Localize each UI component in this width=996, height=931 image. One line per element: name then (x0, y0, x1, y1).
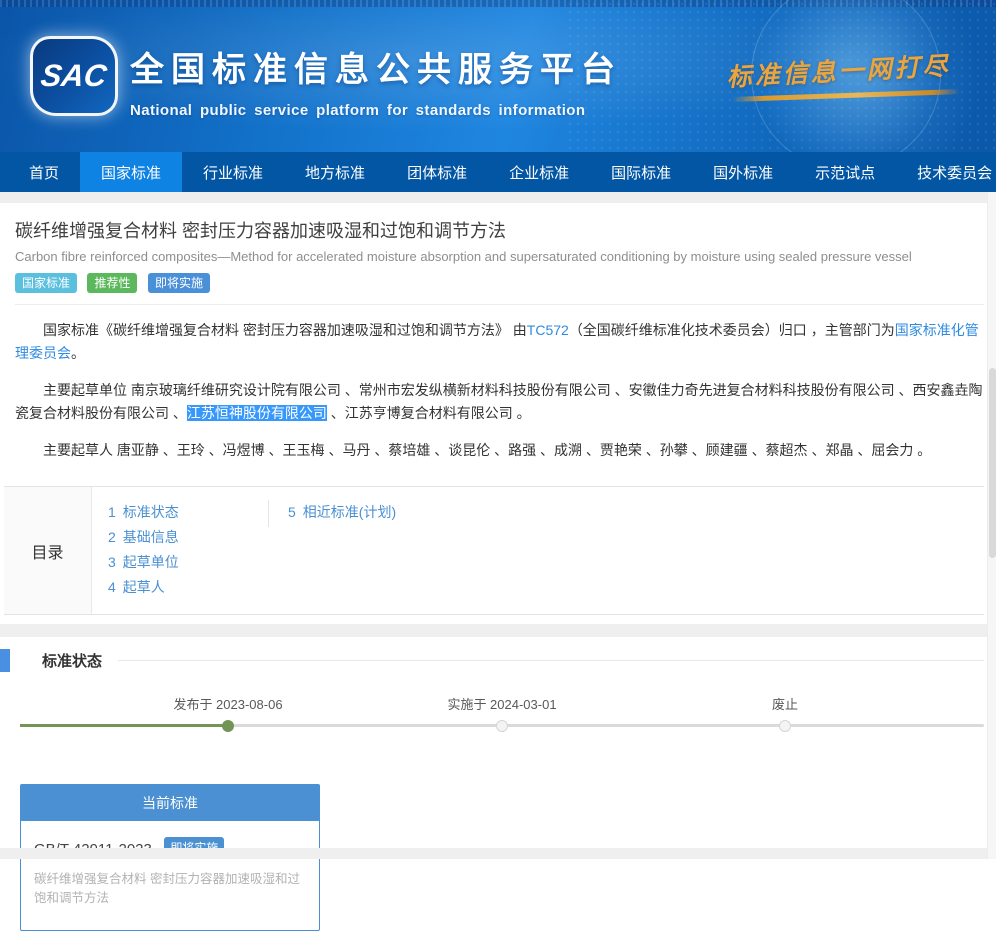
nav-item-foreign-standards[interactable]: 国外标准 (692, 152, 794, 192)
toc-item-number: 5 (288, 504, 296, 520)
toc-column-2: 5 相近标准(计划) (268, 500, 396, 527)
paragraph-drafting-units: 主要起草单位 南京玻璃纤维研究设计院有限公司 、常州市宏发纵横新材料科技股份有限… (15, 379, 984, 425)
toc-label: 目录 (4, 487, 92, 614)
toc-column-1: 1 标准状态 2 基础信息 3 起草单位 4 起草人 (92, 500, 268, 600)
scrollbar-thumb[interactable] (989, 368, 996, 558)
site-title: 全国标准信息公共服务平台 (130, 42, 622, 91)
timeline-dot-abolished (779, 720, 791, 732)
tc572-link[interactable]: TC572 (527, 322, 569, 338)
nav-item-pilot-programs[interactable]: 示范试点 (794, 152, 896, 192)
site-header: SAC 全国标准信息公共服务平台 National public service… (0, 0, 996, 152)
standard-status-timeline: 发布于 2023-08-06 实施于 2024-03-01 废止 (15, 692, 984, 754)
toc-item-label: 标准状态 (123, 504, 179, 520)
current-standard-card-header: 当前标准 (21, 785, 319, 821)
sac-logo[interactable]: SAC (30, 36, 118, 116)
toc-item-number: 4 (108, 579, 116, 595)
standard-header-block: 碳纤维增强复合材料 密封压力容器加速吸湿和过饱和调节方法 Carbon fibr… (15, 203, 984, 305)
sac-logo-text: SAC (39, 58, 110, 94)
table-of-contents: 目录 1 标准状态 2 基础信息 3 起草单位 4 起草人 5 相近标准(计划) (4, 486, 984, 615)
section-header-rule (118, 660, 984, 661)
nav-item-international-standards[interactable]: 国际标准 (590, 152, 692, 192)
site-subtitle: National public service platform for sta… (130, 102, 622, 119)
status-section: 标准状态 发布于 2023-08-06 实施于 2024-03-01 废止 当前… (0, 649, 996, 931)
standard-title: 碳纤维增强复合材料 密封压力容器加速吸湿和过饱和调节方法 (15, 219, 984, 243)
page-scrollbar (987, 192, 996, 859)
main-content: 碳纤维增强复合材料 密封压力容器加速吸湿和过饱和调节方法 Carbon fibr… (0, 203, 996, 615)
nav-item-local-standards[interactable]: 地方标准 (284, 152, 386, 192)
paragraph-committee: 国家标准《碳纤维增强复合材料 密封压力容器加速吸湿和过饱和调节方法》 由TC57… (15, 319, 984, 365)
section-separator-band (0, 624, 996, 637)
toc-item-standard-status[interactable]: 1 标准状态 (108, 500, 268, 525)
main-navigation: 首页 国家标准 行业标准 地方标准 团体标准 企业标准 国际标准 国外标准 示范… (0, 152, 996, 192)
nav-separator-strip (0, 192, 996, 203)
current-standard-card-body: GB/T 42911-2023 即将实施 碳纤维增强复合材料 密封压力容器加速吸… (21, 821, 319, 930)
toc-item-drafters[interactable]: 4 起草人 (108, 575, 268, 600)
toc-item-similar-standards[interactable]: 5 相近标准(计划) (288, 500, 396, 525)
standard-description: 国家标准《碳纤维增强复合材料 密封压力容器加速吸湿和过饱和调节方法》 由TC57… (15, 319, 984, 462)
nav-item-national-standards[interactable]: 国家标准 (80, 152, 182, 192)
bottom-separator-band (0, 848, 996, 859)
badge-upcoming-implementation: 即将实施 (148, 273, 210, 293)
nav-item-enterprise-standards[interactable]: 企业标准 (488, 152, 590, 192)
drafting-units-suffix: 、江苏亨博复合材料有限公司 。 (327, 405, 531, 421)
status-section-header: 标准状态 (15, 649, 984, 672)
toc-item-basic-info[interactable]: 2 基础信息 (108, 525, 268, 550)
toc-columns: 1 标准状态 2 基础信息 3 起草单位 4 起草人 5 相近标准(计划) (92, 487, 396, 614)
timeline-label-abolished: 废止 (772, 694, 798, 713)
toc-item-label: 起草人 (123, 579, 165, 595)
section-marker-bar (0, 649, 10, 672)
toc-item-label: 基础信息 (123, 529, 179, 545)
nav-item-technical-committees[interactable]: 技术委员会 (896, 152, 996, 192)
timeline-progress (20, 724, 229, 727)
timeline-label-implemented: 实施于 2024-03-01 (447, 694, 556, 713)
timeline-dot-implemented (496, 720, 508, 732)
site-title-block: 全国标准信息公共服务平台 National public service pla… (130, 42, 622, 119)
nav-item-industry-standards[interactable]: 行业标准 (182, 152, 284, 192)
timeline-dot-published (222, 720, 234, 732)
toc-item-label: 相近标准(计划) (303, 504, 396, 520)
card-standard-description: 碳纤维增强复合材料 密封压力容器加速吸湿和过饱和调节方法 (34, 870, 306, 908)
standard-badges: 国家标准 推荐性 即将实施 (15, 273, 984, 293)
badge-national-standard: 国家标准 (15, 273, 77, 293)
highlighted-company-text: 江苏恒神股份有限公司 (187, 405, 327, 421)
committee-text-middle: （全国碳纤维标准化技术委员会）归口 ，主管部门为 (569, 322, 895, 338)
committee-text-suffix: 。 (71, 345, 85, 361)
toc-item-drafting-units[interactable]: 3 起草单位 (108, 550, 268, 575)
badge-recommended: 推荐性 (87, 273, 137, 293)
toc-item-number: 1 (108, 504, 116, 520)
nav-item-group-standards[interactable]: 团体标准 (386, 152, 488, 192)
toc-item-number: 2 (108, 529, 116, 545)
toc-item-number: 3 (108, 554, 116, 570)
standard-title-english: Carbon fibre reinforced composites—Metho… (15, 249, 984, 264)
nav-item-home[interactable]: 首页 (8, 152, 80, 192)
paragraph-drafters: 主要起草人 唐亚静 、王玲 、冯煜博 、王玉梅 、马丹 、蔡培雄 、谈昆伦 、路… (15, 439, 984, 462)
status-section-title: 标准状态 (42, 650, 102, 671)
toc-item-label: 起草单位 (123, 554, 179, 570)
committee-text-prefix: 国家标准《碳纤维增强复合材料 密封压力容器加速吸湿和过饱和调节方法》 由 (43, 322, 527, 338)
timeline-label-published: 发布于 2023-08-06 (173, 694, 282, 713)
